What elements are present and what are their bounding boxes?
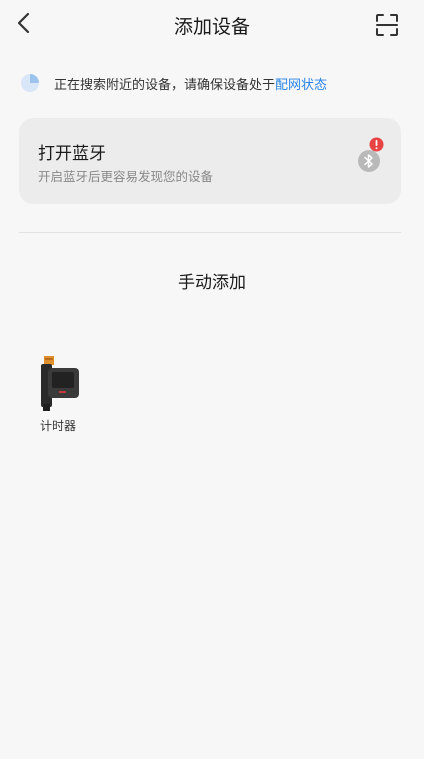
loading-spinner-icon <box>21 74 39 92</box>
scan-icon <box>376 14 398 36</box>
scan-button[interactable] <box>372 10 402 40</box>
device-item-timer[interactable]: 计时器 <box>30 352 86 438</box>
error-badge-icon <box>369 137 384 152</box>
divider <box>19 232 401 233</box>
notice-text: 正在搜索附近的设备，请确保设备处于 <box>54 77 276 93</box>
bluetooth-card-subtitle: 开启蓝牙后更容易发现您的设备 <box>38 169 214 184</box>
bluetooth-card-title: 打开蓝牙 <box>38 144 106 164</box>
timer-device-icon <box>41 356 79 411</box>
manual-add-title: 手动添加 <box>178 273 246 293</box>
page-title: 添加设备 <box>173 16 250 38</box>
network-mode-link[interactable]: 配网状态 <box>275 74 327 93</box>
bluetooth-icon <box>358 150 380 172</box>
search-notice: 正在搜索附近的设备，请确保设备处于 配网状态 <box>20 72 327 94</box>
device-label: 计时器 <box>39 419 76 433</box>
header: 添加设备 <box>0 0 424 50</box>
enable-bluetooth-card[interactable]: 打开蓝牙 开启蓝牙后更容易发现您的设备 <box>19 118 401 204</box>
